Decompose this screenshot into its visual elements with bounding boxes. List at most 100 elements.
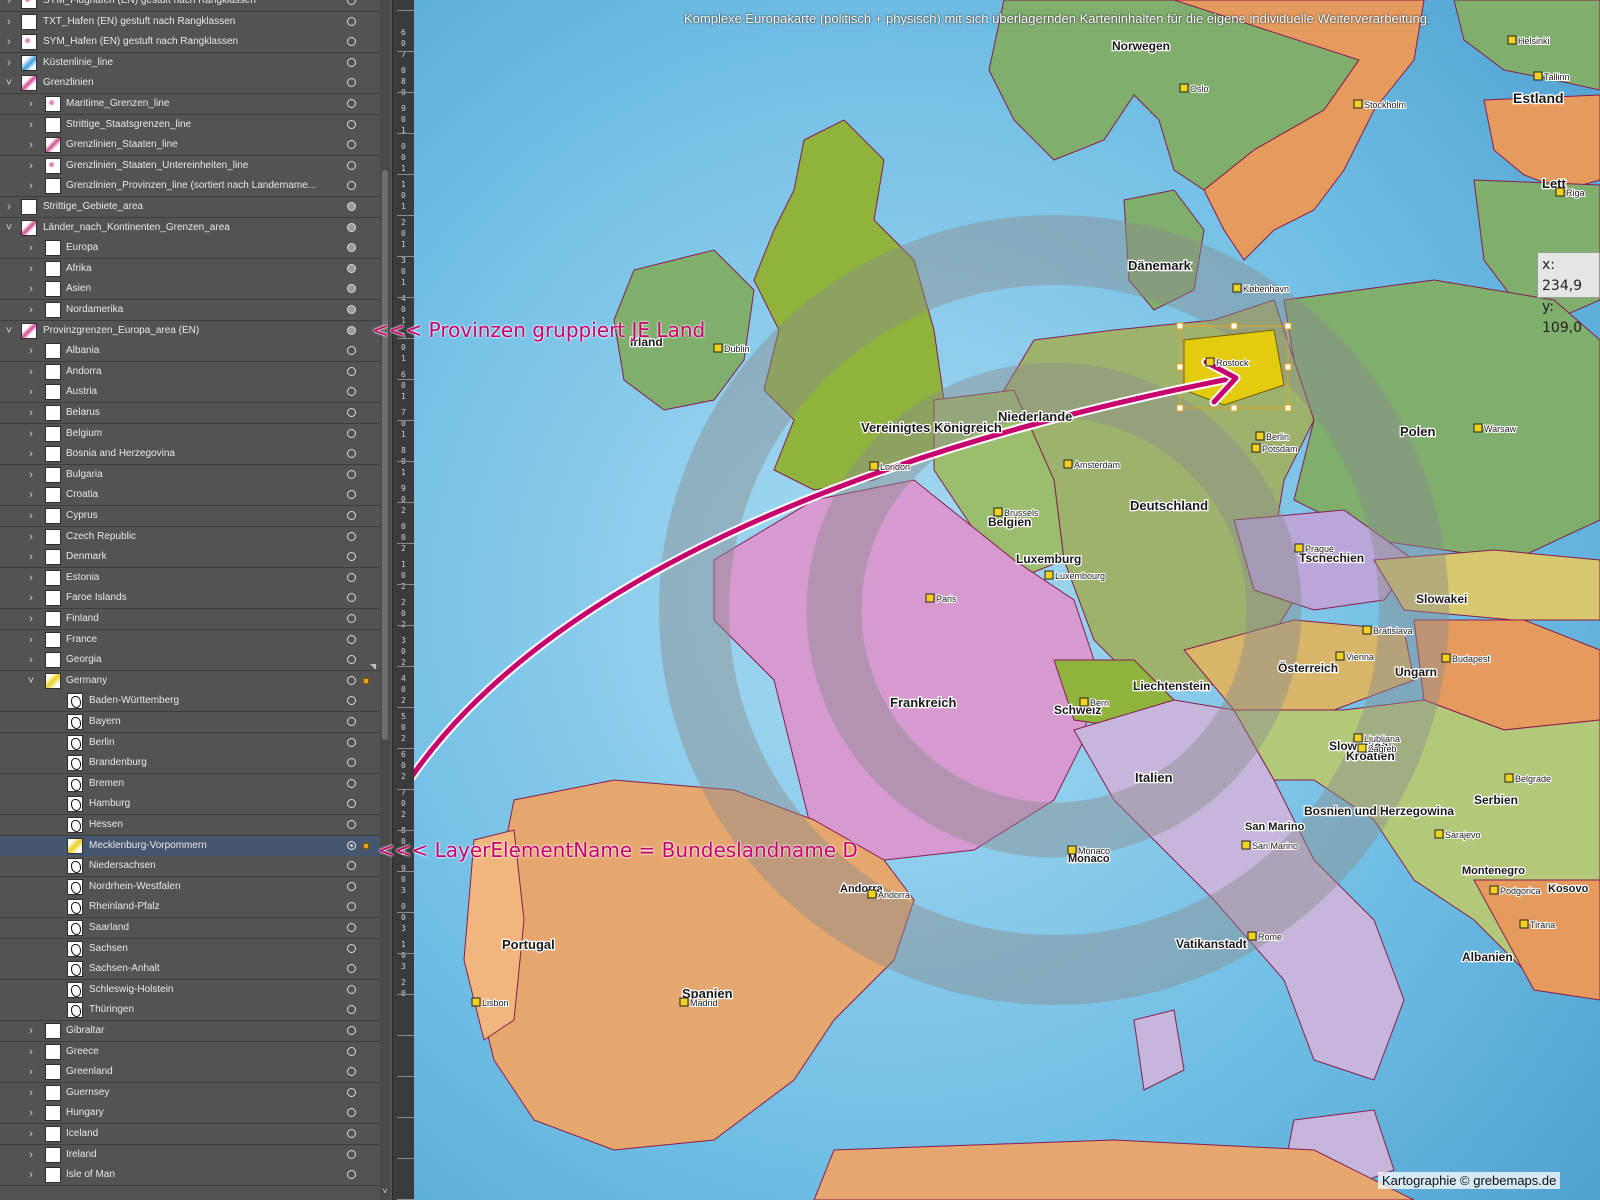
chevron-down-icon[interactable]: ˅ [4, 325, 14, 337]
layer-target-icon[interactable] [347, 840, 356, 850]
layer-target-icon[interactable] [347, 696, 356, 706]
layer-row[interactable]: › Afrika [0, 258, 380, 280]
layer-target-icon[interactable] [347, 1108, 356, 1118]
layer-row[interactable]: › France [0, 629, 380, 651]
layer-row[interactable]: Schleswig-Holstein [0, 979, 380, 1001]
layer-target-icon[interactable] [347, 964, 356, 974]
layer-row[interactable]: Berlin [0, 732, 380, 754]
chevron-right-icon[interactable]: › [26, 489, 36, 501]
layer-row[interactable]: › Asien [0, 279, 380, 301]
layer-target-icon[interactable] [347, 572, 356, 582]
chevron-right-icon[interactable]: › [26, 263, 36, 275]
layer-target-icon[interactable] [347, 778, 356, 788]
layer-target-icon[interactable] [347, 1067, 356, 1077]
layer-row[interactable]: Mecklenburg-Vorpommern [0, 835, 380, 857]
chevron-right-icon[interactable]: › [26, 613, 36, 625]
chevron-right-icon[interactable]: › [26, 242, 36, 254]
layer-row[interactable]: › Bosnia and Herzegovina [0, 444, 380, 466]
layer-target-icon[interactable] [347, 1046, 356, 1056]
layer-target-icon[interactable] [347, 490, 356, 500]
chevron-right-icon[interactable]: › [26, 180, 36, 192]
layer-row[interactable]: › Hungary [0, 1103, 380, 1125]
chevron-right-icon[interactable]: › [26, 283, 36, 295]
layer-row[interactable]: › Küstenlinie_line [0, 52, 380, 74]
layer-target-icon[interactable] [347, 263, 356, 273]
layer-target-icon[interactable] [347, 531, 356, 541]
chevron-right-icon[interactable]: › [26, 1025, 36, 1037]
map-canvas[interactable]: Norwegen Estland Dänemark Lett Niederlande Ve… [414, 0, 1600, 1200]
layer-target-icon[interactable] [347, 634, 356, 644]
layer-target-icon[interactable] [347, 140, 356, 150]
chevron-right-icon[interactable]: › [26, 139, 36, 151]
layer-row[interactable]: › SYM_Hafen (EN) gestuft nach Rangklassen [0, 32, 380, 54]
chevron-right-icon[interactable]: › [26, 386, 36, 398]
layer-target-icon[interactable] [347, 758, 356, 768]
layer-target-icon[interactable] [347, 16, 356, 26]
layer-target-icon[interactable] [347, 160, 356, 170]
chevron-right-icon[interactable]: › [26, 304, 36, 316]
layer-row[interactable]: › Belarus [0, 403, 380, 424]
chevron-right-icon[interactable]: › [26, 345, 36, 357]
layer-target-icon[interactable] [347, 449, 356, 459]
layer-row[interactable]: Hessen [0, 815, 380, 836]
chevron-right-icon[interactable]: › [26, 407, 36, 419]
layer-row[interactable]: Nordrhein-Westfalen [0, 876, 380, 898]
chevron-right-icon[interactable]: › [26, 1046, 36, 1058]
layer-target-icon[interactable] [347, 1170, 356, 1180]
layer-row[interactable]: › Isle of Man [0, 1165, 380, 1187]
layer-row[interactable]: Thüringen [0, 1000, 380, 1022]
layer-target-icon[interactable] [347, 1026, 356, 1035]
layer-target-icon[interactable] [347, 37, 356, 47]
layer-target-icon[interactable] [347, 861, 356, 871]
layer-row[interactable]: › Cyprus [0, 506, 380, 527]
layer-target-icon[interactable] [347, 655, 356, 665]
chevron-right-icon[interactable]: › [26, 531, 36, 543]
layer-target-icon[interactable] [347, 181, 356, 191]
layer-target-icon[interactable] [347, 119, 356, 129]
layer-target-icon[interactable] [347, 511, 356, 520]
layer-row[interactable]: › Guernsey [0, 1082, 380, 1104]
layer-target-icon[interactable] [347, 0, 356, 5]
chevron-right-icon[interactable]: › [4, 36, 14, 48]
layer-row[interactable]: › Europa [0, 238, 380, 260]
chevron-right-icon[interactable]: › [26, 98, 36, 110]
layer-row[interactable]: Niedersachsen [0, 856, 380, 878]
layer-row[interactable]: › Strittige_Staatsgrenzen_line [0, 114, 380, 136]
layer-row[interactable]: › Albania [0, 341, 380, 363]
layer-row[interactable]: › TXT_Hafen (EN) gestuft nach Rangklassen [0, 11, 380, 33]
chevron-right-icon[interactable]: › [26, 510, 36, 522]
chevron-down-icon[interactable]: ˅ [26, 675, 36, 687]
layer-target-icon[interactable] [347, 57, 356, 67]
layer-target-icon[interactable] [347, 1087, 356, 1097]
layer-target-icon[interactable] [347, 717, 356, 726]
layer-row[interactable]: › Greenland [0, 1062, 380, 1084]
chevron-right-icon[interactable]: › [26, 1066, 36, 1078]
chevron-right-icon[interactable]: › [26, 428, 36, 440]
layer-row[interactable]: Sachsen-Anhalt [0, 959, 380, 981]
layer-row[interactable]: › Grenzlinien_Staaten_line [0, 135, 380, 157]
layer-target-icon[interactable] [347, 408, 356, 417]
chevron-right-icon[interactable]: › [26, 366, 36, 378]
layer-row[interactable]: Saarland [0, 918, 380, 939]
layer-row[interactable]: ˅ Grenzlinien [0, 73, 380, 95]
chevron-right-icon[interactable]: › [26, 448, 36, 460]
layer-row[interactable]: › Denmark [0, 547, 380, 569]
layer-row[interactable]: › Czech Republic [0, 526, 380, 548]
layer-target-icon[interactable] [347, 305, 356, 314]
chevron-down-icon[interactable]: ˅ [4, 77, 14, 89]
layer-row[interactable]: › Maritime_Grenzen_line [0, 94, 380, 115]
chevron-right-icon[interactable]: › [26, 469, 36, 481]
layer-target-icon[interactable] [347, 78, 356, 88]
chevron-right-icon[interactable]: › [26, 1087, 36, 1099]
layer-row[interactable]: › Grenzlinien_Provinzen_line (sortiert na… [0, 176, 380, 198]
layer-target-icon[interactable] [347, 902, 356, 912]
layer-target-icon[interactable] [347, 799, 356, 809]
layer-target-icon[interactable] [347, 325, 356, 335]
layer-row[interactable]: Rheinland-Pfalz [0, 897, 380, 919]
layer-target-icon[interactable] [347, 737, 356, 747]
layer-row[interactable]: Brandenburg [0, 753, 380, 775]
layer-target-icon[interactable] [347, 552, 356, 562]
layers-scrollbar-thumb[interactable] [382, 170, 388, 740]
layer-target-icon[interactable] [347, 222, 356, 232]
chevron-right-icon[interactable]: › [26, 119, 36, 131]
